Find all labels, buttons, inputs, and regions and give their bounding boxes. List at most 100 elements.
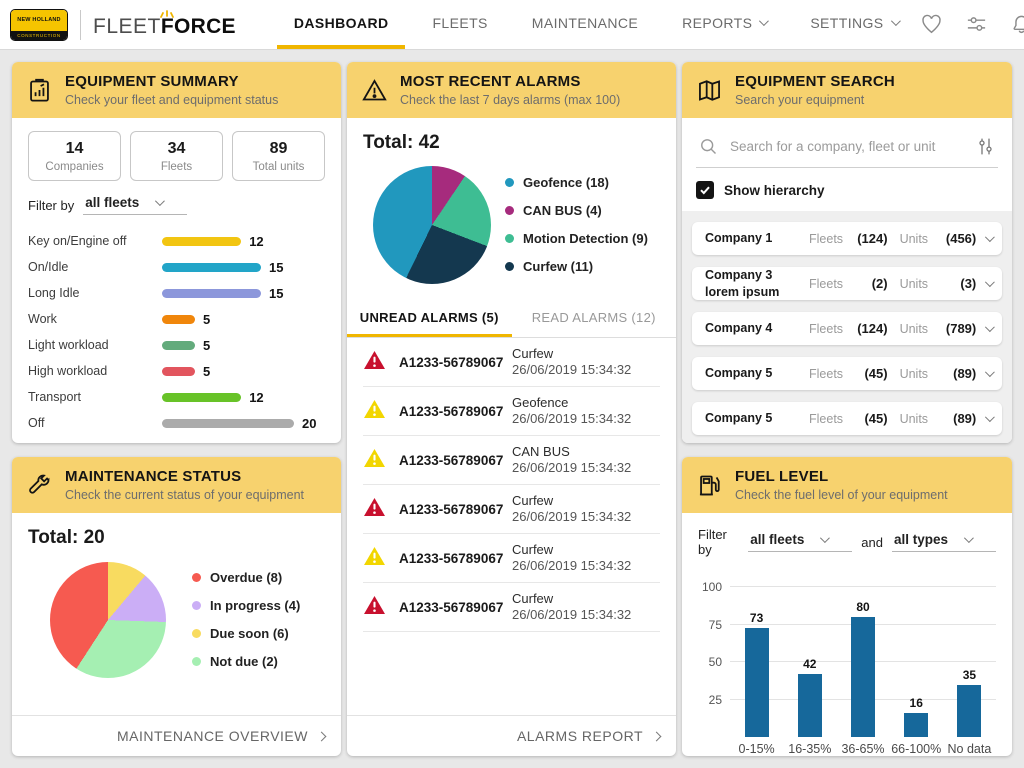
x-tick-label: 36-65% (836, 742, 889, 756)
nav-item-reports[interactable]: REPORTS (665, 0, 783, 49)
fleet-filter-row: Filter by all fleets (28, 195, 325, 215)
nav-item-label: FLEETS (432, 15, 487, 31)
status-bar-row: High workload 5 (28, 358, 325, 384)
alarm-row[interactable]: A1233-56789067Curfew26/06/2019 15:34:32 (363, 583, 660, 632)
fleetforce-logo-force: FORCE (161, 15, 236, 38)
filter-conjunction: and (861, 535, 883, 550)
fuel-type-dropdown[interactable]: all types (892, 532, 996, 552)
alarm-type: Curfew (512, 493, 660, 509)
status-label: Work (28, 312, 162, 326)
nav-item-maintenance[interactable]: MAINTENANCE (515, 0, 655, 49)
warning-triangle-icon (361, 77, 388, 104)
company-row[interactable]: Company 5Fleets(45)Units(89) (692, 357, 1002, 390)
alarm-details: Curfew26/06/2019 15:34:32 (512, 591, 660, 624)
tab-read-alarms[interactable]: READ ALARMS (12) (512, 299, 677, 337)
status-bar-row: Transport12 (28, 384, 325, 410)
status-value: 5 (203, 312, 210, 327)
bar-value-label: 35 (963, 668, 976, 682)
fleets-label: Fleets (809, 367, 847, 381)
alarm-id: A1233-56789067 (399, 551, 512, 566)
panel-subtitle: Check the fuel level of your equipment (735, 488, 948, 502)
legend-item: Geofence (18) (505, 175, 648, 190)
fuel-bar-slot: 80 (836, 600, 889, 737)
panel-title: FUEL LEVEL (735, 468, 948, 485)
fleetforce-logo: FLEETFORCE (93, 11, 236, 39)
alarms-total: Total: 42 (347, 118, 676, 154)
fuel-bar (798, 674, 822, 737)
panel-title: EQUIPMENT SEARCH (735, 73, 895, 90)
alarm-datetime: 26/06/2019 15:34:32 (512, 362, 660, 378)
alarm-row[interactable]: A1233-56789067Geofence26/06/2019 15:34:3… (363, 387, 660, 436)
x-tick-label: No data (943, 742, 996, 756)
stat-value: 89 (235, 140, 322, 158)
fuel-bars: 7342801635 (730, 573, 996, 737)
company-name: Company 1 (705, 230, 809, 247)
alarm-details: Curfew26/06/2019 15:34:32 (512, 346, 660, 379)
maintenance-pie-chart (50, 562, 166, 678)
notifications-bell-icon[interactable]: 3 (1010, 13, 1024, 37)
nav-item-dashboard[interactable]: DASHBOARD (277, 0, 406, 49)
alarm-row[interactable]: A1233-56789067Curfew26/06/2019 15:34:32 (363, 485, 660, 534)
dropdown-value: all fleets (85, 195, 139, 210)
legend-label: Overdue (8) (210, 570, 282, 585)
maintenance-overview-link[interactable]: MAINTENANCE OVERVIEW (12, 715, 341, 756)
tab-unread-alarms[interactable]: UNREAD ALARMS (5) (347, 299, 512, 337)
sliders-icon[interactable] (965, 13, 989, 37)
alarm-datetime: 26/06/2019 15:34:32 (512, 607, 660, 623)
fleets-label: Fleets (809, 232, 847, 246)
legend-dot (192, 573, 201, 582)
fleet-filter-dropdown[interactable]: all fleets (83, 195, 187, 215)
stat-label: Fleets (133, 161, 220, 173)
legend-item: Not due (2) (192, 654, 300, 669)
alarm-details: CAN BUS26/06/2019 15:34:32 (512, 444, 660, 477)
fleetforce-logo-fleet: FLEET (93, 15, 161, 38)
alarm-id: A1233-56789067 (399, 404, 512, 419)
alarm-high-triangle-icon (363, 350, 386, 375)
maintenance-total: Total: 20 (12, 513, 341, 549)
fuel-fleet-dropdown[interactable]: all fleets (748, 532, 852, 552)
fleets-label: Fleets (809, 322, 847, 336)
fuel-chart-y-axis: 255075100 (698, 573, 730, 737)
show-hierarchy-checkbox[interactable] (696, 181, 714, 199)
fuel-filter-row: Filter by all fleets and all types (698, 527, 996, 557)
fuel-pump-icon (696, 472, 723, 499)
x-tick-label: 66-100% (890, 742, 943, 756)
units-count: (789) (934, 321, 976, 336)
alarm-severity-icon (363, 595, 386, 615)
legend-item: In progress (4) (192, 598, 300, 613)
bar-value-label: 16 (910, 696, 923, 710)
favorites-heart-icon[interactable] (920, 13, 944, 37)
legend-dot (192, 629, 201, 638)
alarm-high-triangle-icon (363, 497, 386, 522)
filter-sliders-icon[interactable] (975, 136, 996, 157)
alarms-report-link[interactable]: ALARMS REPORT (347, 715, 676, 756)
alarm-tabs: UNREAD ALARMS (5)READ ALARMS (12) (347, 299, 676, 338)
search-input[interactable] (730, 139, 964, 154)
status-value: 12 (249, 234, 263, 249)
units-label: Units (900, 367, 935, 381)
alarm-row[interactable]: A1233-56789067Curfew26/06/2019 15:34:32 (363, 338, 660, 387)
status-bar-fill (162, 367, 195, 376)
status-value: 5 (203, 364, 210, 379)
right-column: EQUIPMENT SEARCH Search your equipment S… (682, 62, 1012, 756)
chevron-down-icon (985, 367, 995, 377)
maintenance-legend: Overdue (8)In progress (4)Due soon (6)No… (192, 557, 300, 682)
nav-item-settings[interactable]: SETTINGS (793, 0, 914, 49)
company-row[interactable]: Company 5Fleets(45)Units(89) (692, 402, 1002, 435)
nav-item-fleets[interactable]: FLEETS (415, 0, 504, 49)
company-row[interactable]: Company 3 lorem ipsumFleets(2)Units(3) (692, 267, 1002, 300)
new-holland-logo-subtext: CONSTRUCTION (11, 31, 67, 40)
status-label: High workload (28, 364, 162, 378)
x-tick-label: 16-35% (783, 742, 836, 756)
status-bar-fill (162, 341, 195, 350)
company-row[interactable]: Company 4Fleets(124)Units(789) (692, 312, 1002, 345)
y-tick-label: 75 (709, 618, 722, 632)
units-label: Units (900, 232, 935, 246)
stat-label: Companies (31, 161, 118, 173)
alarm-row[interactable]: A1233-56789067Curfew26/06/2019 15:34:32 (363, 534, 660, 583)
fuel-chart-x-axis: 0-15%16-35%36-65%66-100%No data (730, 742, 996, 756)
bar-value-label: 73 (750, 611, 763, 625)
alarm-row[interactable]: A1233-56789067CAN BUS26/06/2019 15:34:32 (363, 436, 660, 485)
y-tick-label: 100 (702, 580, 722, 594)
company-row[interactable]: Company 1Fleets(124)Units(456) (692, 222, 1002, 255)
